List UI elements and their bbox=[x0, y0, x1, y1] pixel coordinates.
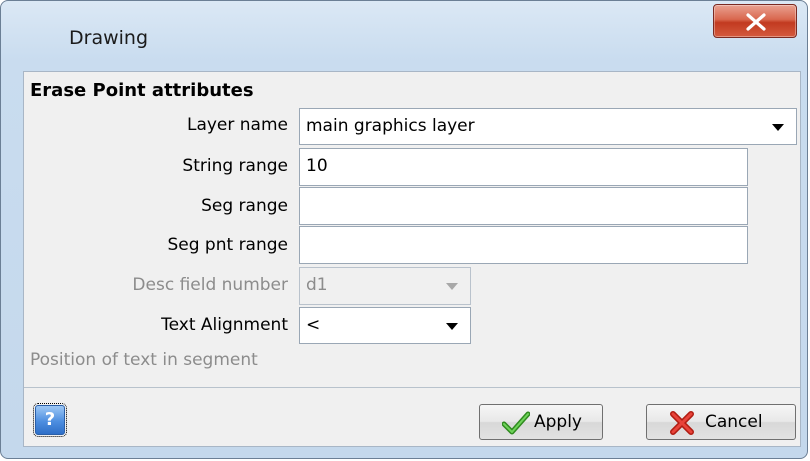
desc-field-number-dropdown: d1 bbox=[299, 267, 471, 305]
layer-name-label: Layer name bbox=[186, 115, 288, 135]
section-title: Erase Point attributes bbox=[30, 80, 254, 101]
checkmark-icon bbox=[501, 411, 531, 440]
apply-label: Apply bbox=[534, 412, 582, 432]
close-icon bbox=[746, 13, 766, 31]
layer-name-dropdown-arrow[interactable] bbox=[760, 109, 796, 144]
seg-pnt-range-label: Seg pnt range bbox=[167, 235, 288, 255]
form-panel: Erase Point attributes Layer name main g… bbox=[23, 71, 801, 447]
red-x-icon bbox=[669, 411, 695, 440]
help-button[interactable]: ? bbox=[33, 403, 67, 437]
footer-divider bbox=[24, 387, 800, 388]
seg-pnt-range-input[interactable] bbox=[299, 226, 748, 264]
layer-name-dropdown[interactable]: main graphics layer bbox=[299, 108, 797, 145]
string-range-label: String range bbox=[182, 156, 288, 176]
text-alignment-label: Text Alignment bbox=[161, 315, 288, 335]
chevron-down-icon bbox=[446, 283, 458, 290]
desc-field-number-dropdown-arrow bbox=[434, 268, 470, 304]
desc-field-number-label: Desc field number bbox=[132, 275, 288, 295]
cancel-button[interactable]: Cancel bbox=[646, 404, 796, 440]
chevron-down-icon bbox=[446, 323, 458, 330]
string-range-value: 10 bbox=[306, 156, 328, 176]
close-button[interactable] bbox=[713, 4, 797, 38]
apply-button[interactable]: Apply bbox=[479, 404, 603, 440]
title-bar[interactable]: Drawing bbox=[1, 1, 807, 63]
text-alignment-dropdown[interactable]: < bbox=[299, 307, 471, 344]
window-title: Drawing bbox=[69, 27, 149, 49]
desc-field-number-value: d1 bbox=[306, 275, 328, 295]
text-alignment-dropdown-arrow[interactable] bbox=[434, 308, 470, 343]
chevron-down-icon bbox=[772, 124, 784, 131]
position-hint-text: Position of text in segment bbox=[30, 350, 258, 370]
dialog-window: Drawing Erase Point attributes Layer nam… bbox=[0, 0, 808, 459]
cancel-label: Cancel bbox=[705, 412, 763, 432]
string-range-input[interactable]: 10 bbox=[299, 148, 748, 186]
layer-name-value: main graphics layer bbox=[306, 116, 475, 136]
seg-range-input[interactable] bbox=[299, 187, 748, 225]
text-alignment-value: < bbox=[306, 315, 321, 335]
help-icon: ? bbox=[44, 409, 56, 430]
seg-range-label: Seg range bbox=[201, 196, 288, 216]
